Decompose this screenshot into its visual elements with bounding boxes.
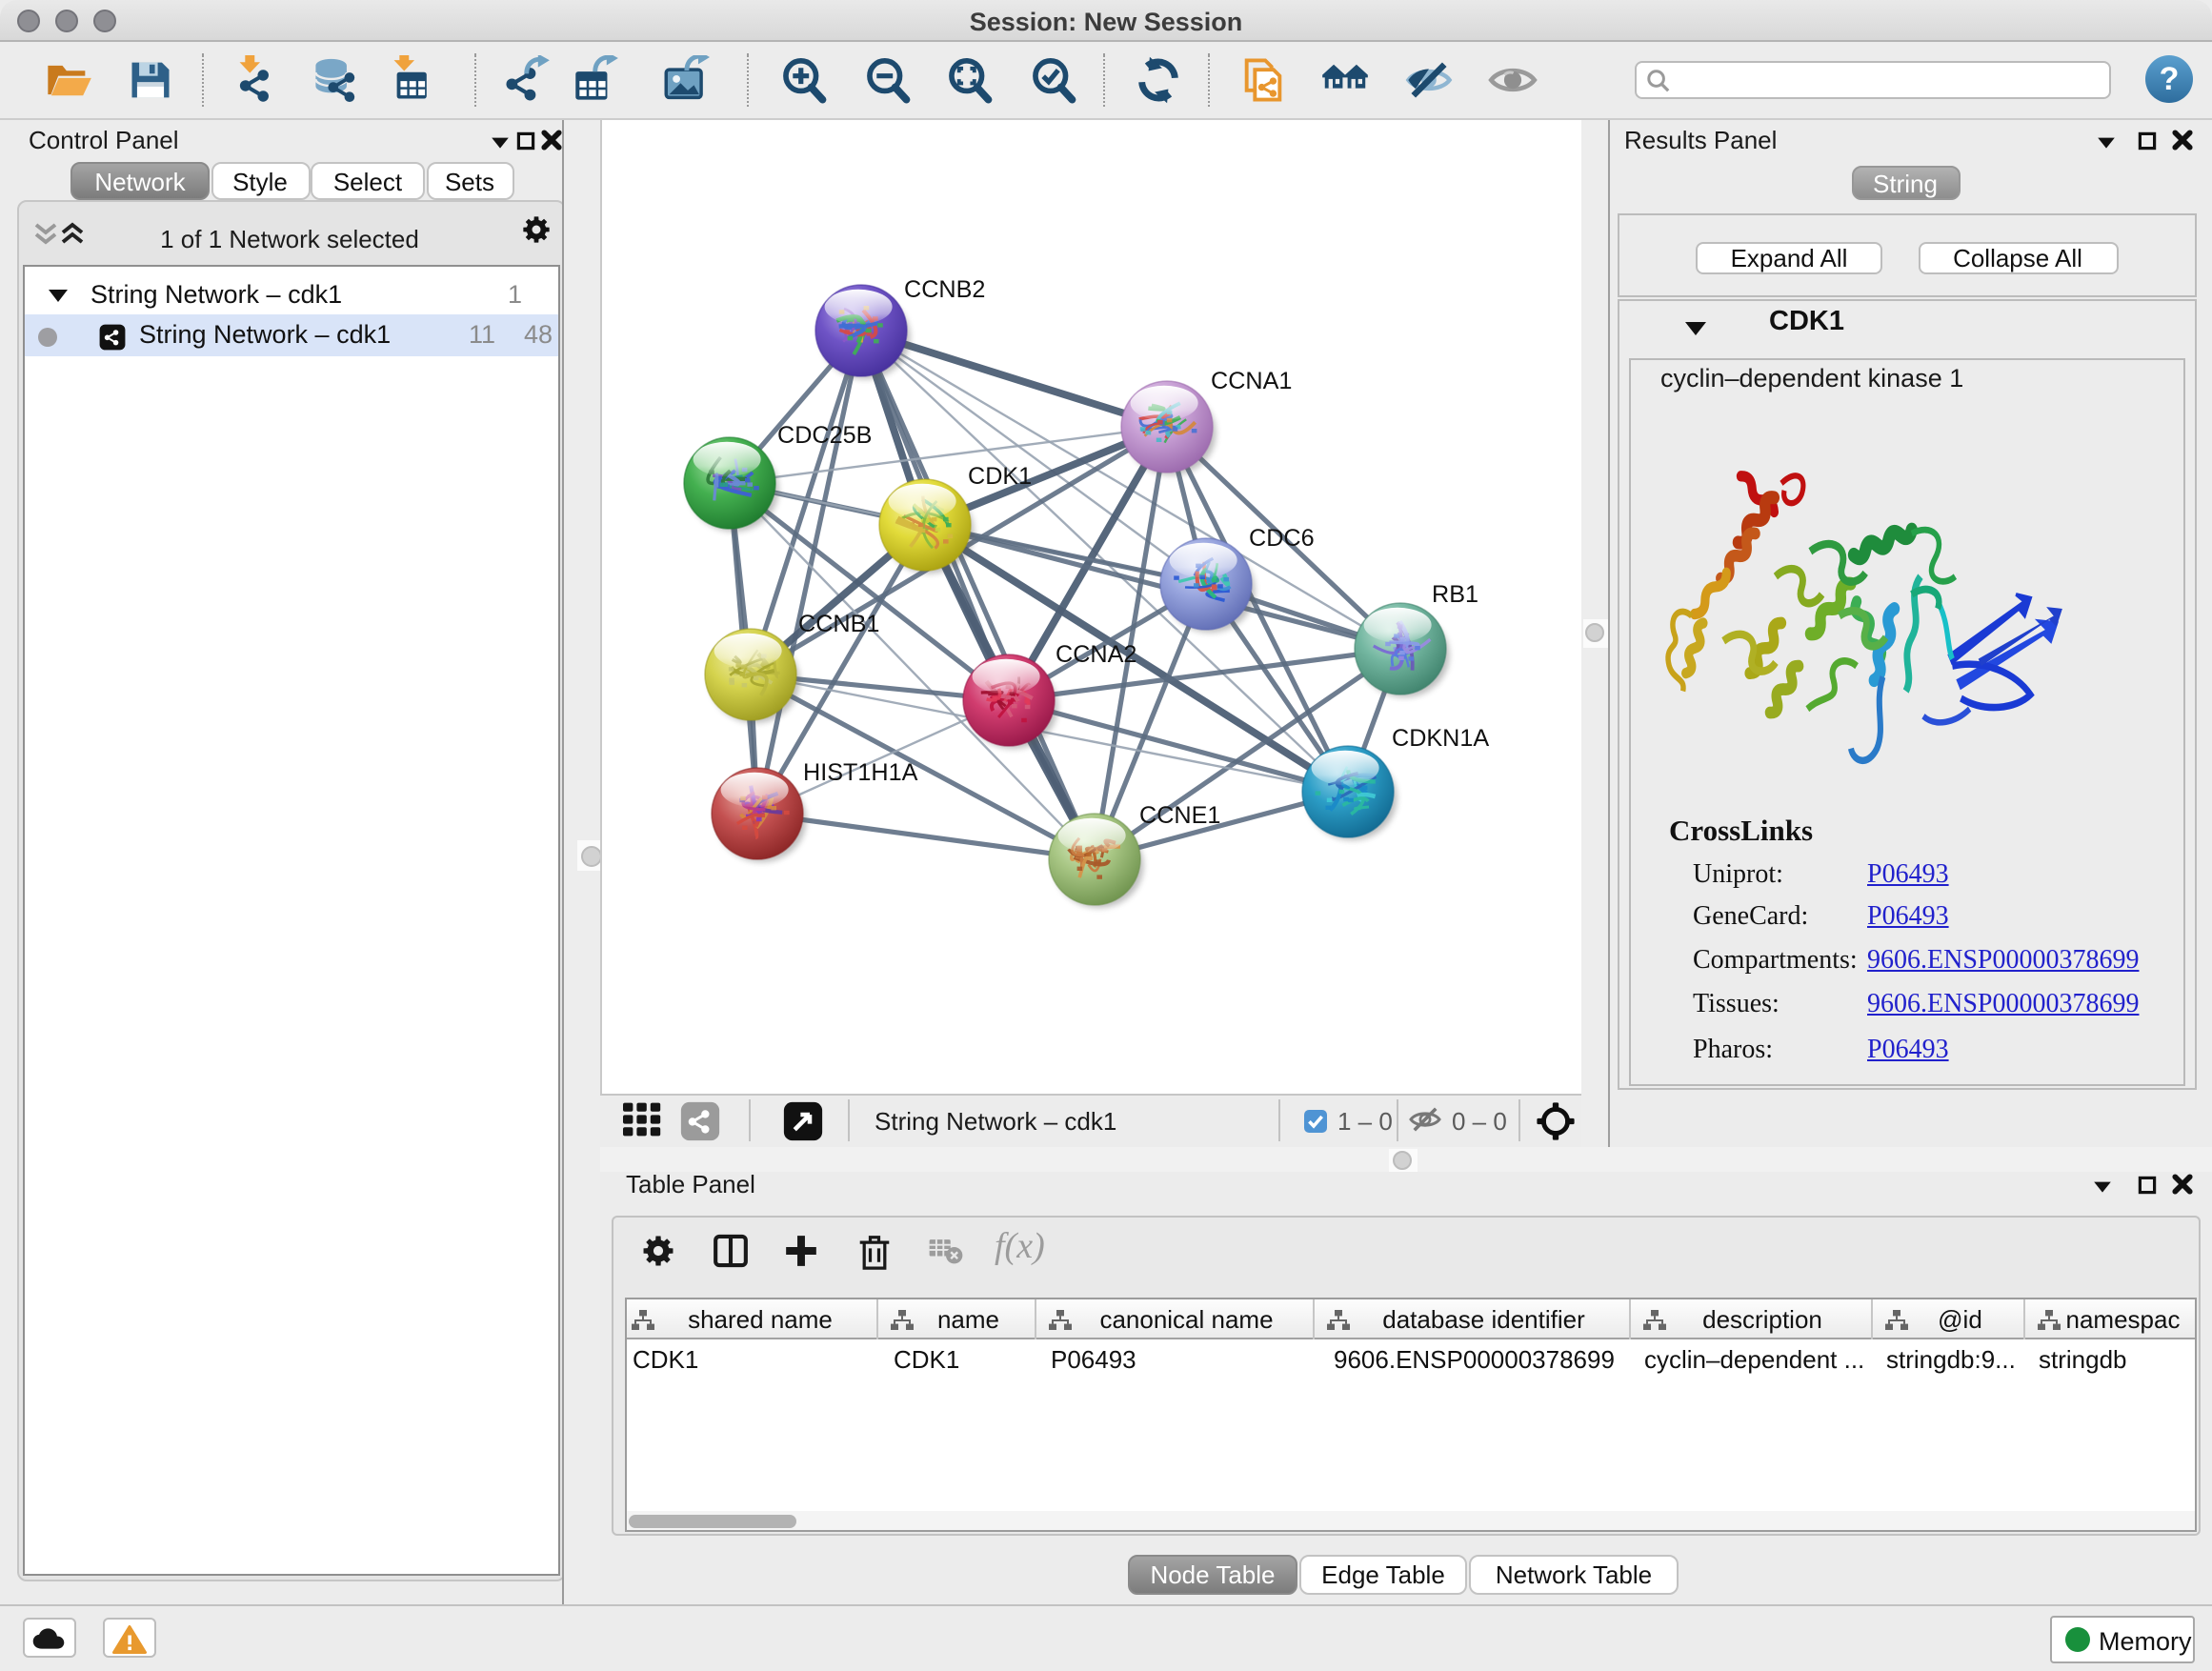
svg-text:CCNA1: CCNA1 <box>1211 367 1292 393</box>
svg-text:CDC6: CDC6 <box>1249 524 1315 551</box>
svg-text:CCNB1: CCNB1 <box>798 610 879 636</box>
svg-text:CCNA2: CCNA2 <box>1056 640 1136 667</box>
svg-text:CCNE1: CCNE1 <box>1139 801 1220 828</box>
svg-text:RB1: RB1 <box>1432 580 1478 607</box>
svg-text:CDKN1A: CDKN1A <box>1392 724 1489 751</box>
svg-text:CDC25B: CDC25B <box>777 421 872 448</box>
svg-text:HIST1H1A: HIST1H1A <box>803 758 918 785</box>
svg-text:CCNB2: CCNB2 <box>904 275 985 302</box>
svg-text:CDK1: CDK1 <box>968 462 1032 489</box>
